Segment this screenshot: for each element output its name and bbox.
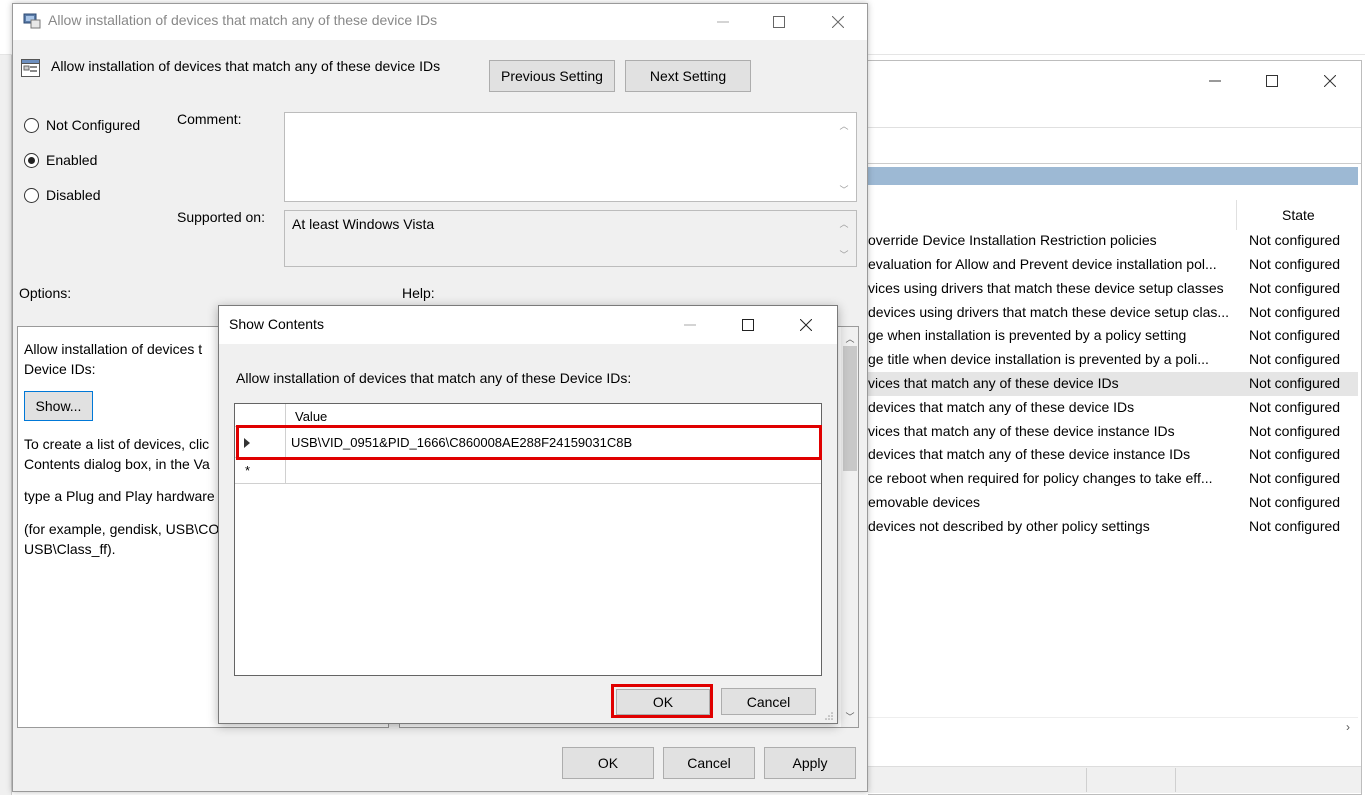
policy-header-title: Allow installation of devices that match…: [51, 58, 441, 74]
close-icon: [800, 319, 812, 331]
radio-enabled-label: Enabled: [46, 152, 98, 168]
background-app-left-edge: [0, 55, 12, 795]
bg-policy-row[interactable]: devices not described by other policy se…: [868, 515, 1358, 539]
radio-disabled[interactable]: [24, 188, 39, 203]
options-text: Allow installation of devices t: [24, 341, 203, 357]
scroll-down-icon[interactable]: ﹀: [838, 248, 850, 260]
scroll-up-icon[interactable]: ︿: [844, 332, 856, 344]
policy-maximize-button[interactable]: [756, 7, 802, 37]
close-icon: [832, 16, 844, 28]
bg-minimize-button[interactable]: [1192, 66, 1238, 96]
new-row-marker: *: [245, 463, 251, 478]
bg-status-bar: [868, 766, 1361, 793]
bg-close-button[interactable]: [1307, 66, 1353, 96]
bg-policy-row-selected[interactable]: vices that match any of these device IDs…: [868, 372, 1358, 396]
show-contents-minimize-button[interactable]: [667, 310, 713, 340]
bg-policy-row[interactable]: ge title when device installation is pre…: [868, 348, 1358, 372]
show-contents-cancel-button[interactable]: Cancel: [721, 688, 816, 715]
help-text: Contents dialog box, in the Va: [24, 456, 210, 472]
scroll-down-icon[interactable]: ﹀: [844, 710, 856, 722]
bg-policy-row[interactable]: vices that match any of these device ins…: [868, 420, 1358, 444]
policy-window-title: Allow installation of devices that match…: [48, 12, 438, 28]
bg-policy-row[interactable]: devices that match any of these device i…: [868, 443, 1358, 467]
radio-enabled[interactable]: [24, 153, 39, 168]
maximize-icon: [742, 319, 754, 331]
help-text: To create a list of devices, clic: [24, 436, 210, 452]
bg-status-divider: [1175, 768, 1176, 792]
radio-not-configured-label: Not Configured: [46, 117, 141, 133]
minimize-icon: [1209, 80, 1221, 82]
bg-policy-row[interactable]: override Device Installation Restriction…: [868, 229, 1358, 253]
bg-policy-row[interactable]: ge when installation is prevented by a p…: [868, 324, 1358, 348]
radio-not-configured[interactable]: [24, 118, 39, 133]
bg-maximize-button[interactable]: [1249, 66, 1295, 96]
bg-policy-row[interactable]: devices using drivers that match these d…: [868, 301, 1358, 325]
bg-policy-row[interactable]: evaluation for Allow and Prevent device …: [868, 253, 1358, 277]
maximize-icon: [773, 16, 785, 28]
next-setting-button[interactable]: Next Setting: [625, 60, 751, 92]
bg-state-column-header[interactable]: State: [1282, 207, 1315, 223]
show-button[interactable]: Show...: [24, 391, 93, 421]
bg-policy-row[interactable]: devices that match any of these device I…: [868, 396, 1358, 420]
bg-horizontal-scrollbar[interactable]: [868, 717, 1358, 737]
bg-group-header-bar: [868, 167, 1358, 185]
bg-toolbar: [868, 129, 1361, 164]
show-contents-maximize-button[interactable]: [725, 310, 771, 340]
show-contents-title: Show Contents: [229, 316, 324, 332]
chevron-right-icon[interactable]: ›: [1342, 720, 1354, 734]
radio-disabled-label: Disabled: [46, 187, 101, 203]
highlight-box: [611, 684, 713, 718]
maximize-icon: [1266, 75, 1278, 87]
policy-ok-button[interactable]: OK: [562, 747, 654, 779]
supported-on-label: Supported on:: [177, 209, 265, 225]
options-text: Device IDs:: [24, 361, 96, 377]
policy-setting-icon: [21, 59, 40, 77]
minimize-icon: [717, 21, 729, 23]
resize-grip-icon[interactable]: [824, 711, 834, 721]
policy-app-icon: [23, 13, 41, 29]
comment-label: Comment:: [177, 111, 242, 127]
scroll-up-icon[interactable]: ︿: [838, 217, 850, 229]
help-text: USB\Class_ff).: [24, 541, 116, 557]
bg-policy-row[interactable]: ce reboot when required for policy chang…: [868, 467, 1358, 491]
bg-status-divider: [1086, 768, 1087, 792]
scroll-down-icon[interactable]: ﹀: [838, 183, 850, 195]
help-label: Help:: [402, 285, 435, 301]
bg-policy-row[interactable]: vices using drivers that match these dev…: [868, 277, 1358, 301]
bg-column-divider: [1236, 200, 1237, 230]
scroll-up-icon[interactable]: ︿: [838, 119, 850, 131]
supported-on-value: At least Windows Vista: [292, 216, 435, 232]
bg-policy-row[interactable]: emovable devices Not configured: [868, 491, 1358, 515]
value-column-header[interactable]: Value: [295, 409, 327, 424]
show-contents-prompt: Allow installation of devices that match…: [236, 370, 632, 386]
policy-minimize-button[interactable]: [700, 7, 746, 37]
policy-close-button[interactable]: [815, 7, 861, 37]
value-grid-new-row[interactable]: [235, 459, 821, 484]
help-text: type a Plug and Play hardware: [24, 488, 215, 504]
help-text: (for example, gendisk, USB\CO: [24, 521, 220, 537]
minimize-icon: [684, 324, 696, 326]
close-icon: [1324, 75, 1336, 87]
options-label: Options:: [19, 285, 72, 301]
comment-textarea[interactable]: [284, 112, 857, 202]
show-contents-close-button[interactable]: [783, 310, 829, 340]
previous-setting-button[interactable]: Previous Setting: [489, 60, 615, 92]
highlight-box: [236, 425, 822, 460]
help-scroll-thumb[interactable]: [843, 346, 857, 471]
policy-cancel-button[interactable]: Cancel: [663, 747, 755, 779]
bg-menu-bar: [868, 104, 1361, 128]
policy-apply-button[interactable]: Apply: [764, 747, 856, 779]
